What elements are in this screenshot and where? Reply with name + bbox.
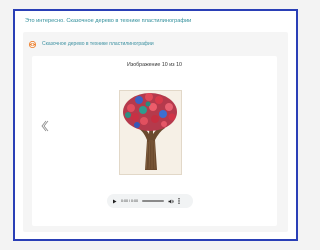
gallery-panel: Сказочное дерево в технике пластилиногра… [23, 32, 288, 232]
eye-icon [28, 40, 37, 48]
volume-icon[interactable] [168, 199, 174, 204]
panel-header: Сказочное дерево в технике пластилиногра… [28, 38, 154, 50]
tree-artwork-image [119, 90, 182, 175]
audio-seek-bar[interactable] [141, 200, 164, 202]
play-icon[interactable] [112, 199, 117, 204]
page-title: Это интересно. Сказочное дерево в техник… [25, 18, 192, 24]
image-counter: Изображение 10 из 10 [127, 62, 182, 68]
chevron-left-icon [41, 120, 49, 132]
panel-title: Сказочное дерево в технике пластилиногра… [42, 41, 154, 47]
page-frame: Это интересно. Сказочное дерево в техник… [13, 9, 298, 241]
more-vert-icon[interactable] [178, 198, 180, 204]
audio-time: 0:00 / 0:00 [121, 199, 138, 203]
audio-player: 0:00 / 0:00 [107, 194, 193, 208]
image-viewer: Изображение 10 из 10 0:00 / 0:00 [32, 56, 277, 226]
previous-image-button[interactable] [39, 119, 51, 133]
